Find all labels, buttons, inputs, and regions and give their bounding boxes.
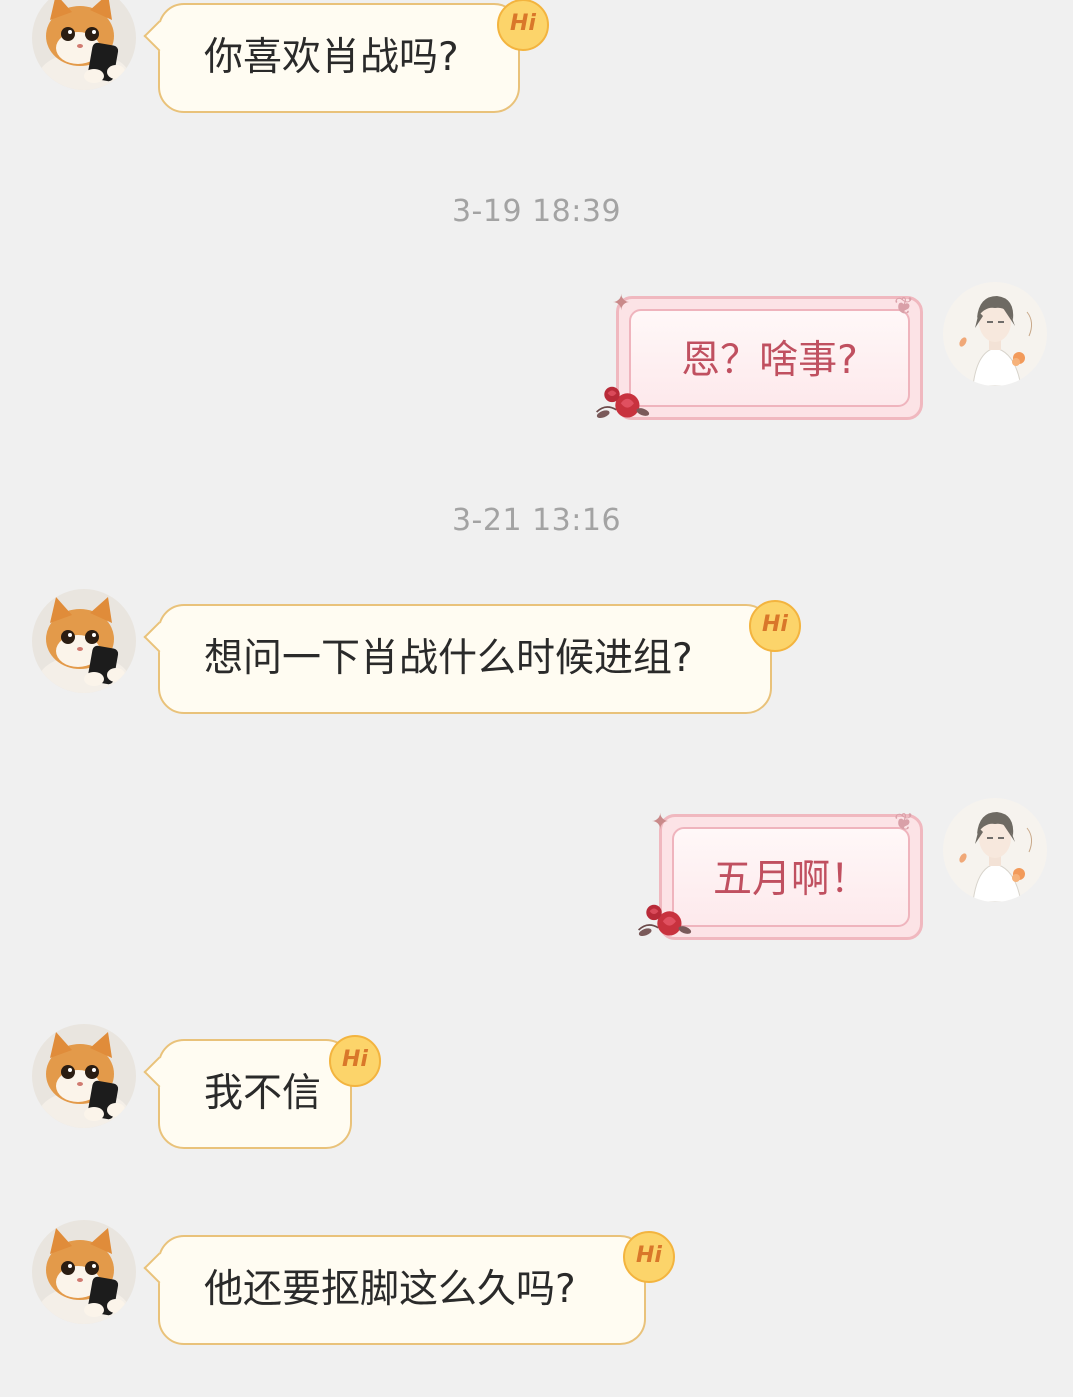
message-text: 你喜欢肖战吗? <box>204 35 459 80</box>
message-text: 五月啊！ <box>712 857 869 902</box>
outgoing-message-bubble[interactable]: 恩？啥事? <box>616 296 923 420</box>
message-text: 恩？啥事? <box>681 338 858 383</box>
bubble-tail <box>143 1252 175 1284</box>
anime-boy-avatar[interactable] <box>943 282 1047 386</box>
anime-boy-avatar[interactable] <box>943 798 1047 902</box>
hi-badge: Hi <box>329 1035 381 1087</box>
cat-avatar[interactable] <box>32 589 136 693</box>
cat-avatar[interactable] <box>32 1024 136 1128</box>
outgoing-message-bubble[interactable]: 五月啊！ <box>659 814 923 940</box>
hi-badge: Hi <box>497 0 549 51</box>
incoming-message-bubble[interactable]: 想问一下肖战什么时候进组? <box>143 604 772 714</box>
incoming-message-bubble[interactable]: 我不信 <box>143 1039 352 1149</box>
message-text: 想问一下肖战什么时候进组? <box>204 636 693 681</box>
bubble-tail <box>143 1056 175 1088</box>
incoming-message-bubble[interactable]: 他还要抠脚这么久吗? <box>143 1235 646 1345</box>
cat-avatar[interactable] <box>32 0 136 90</box>
outgoing-bubble-inner: 恩？啥事? <box>629 309 910 407</box>
hi-badge: Hi <box>749 600 801 652</box>
timestamp: 3-19 18:39 <box>451 194 622 229</box>
hi-badge: Hi <box>623 1231 675 1283</box>
bubble-tail <box>143 621 175 653</box>
incoming-message-bubble[interactable]: 你喜欢肖战吗? <box>143 3 520 113</box>
bubble-tail <box>143 20 175 52</box>
cat-avatar[interactable] <box>32 1220 136 1324</box>
outgoing-bubble-inner: 五月啊！ <box>672 827 910 927</box>
message-text: 他还要抠脚这么久吗? <box>204 1267 576 1312</box>
timestamp: 3-21 13:16 <box>451 503 622 538</box>
message-text: 我不信 <box>204 1071 322 1116</box>
